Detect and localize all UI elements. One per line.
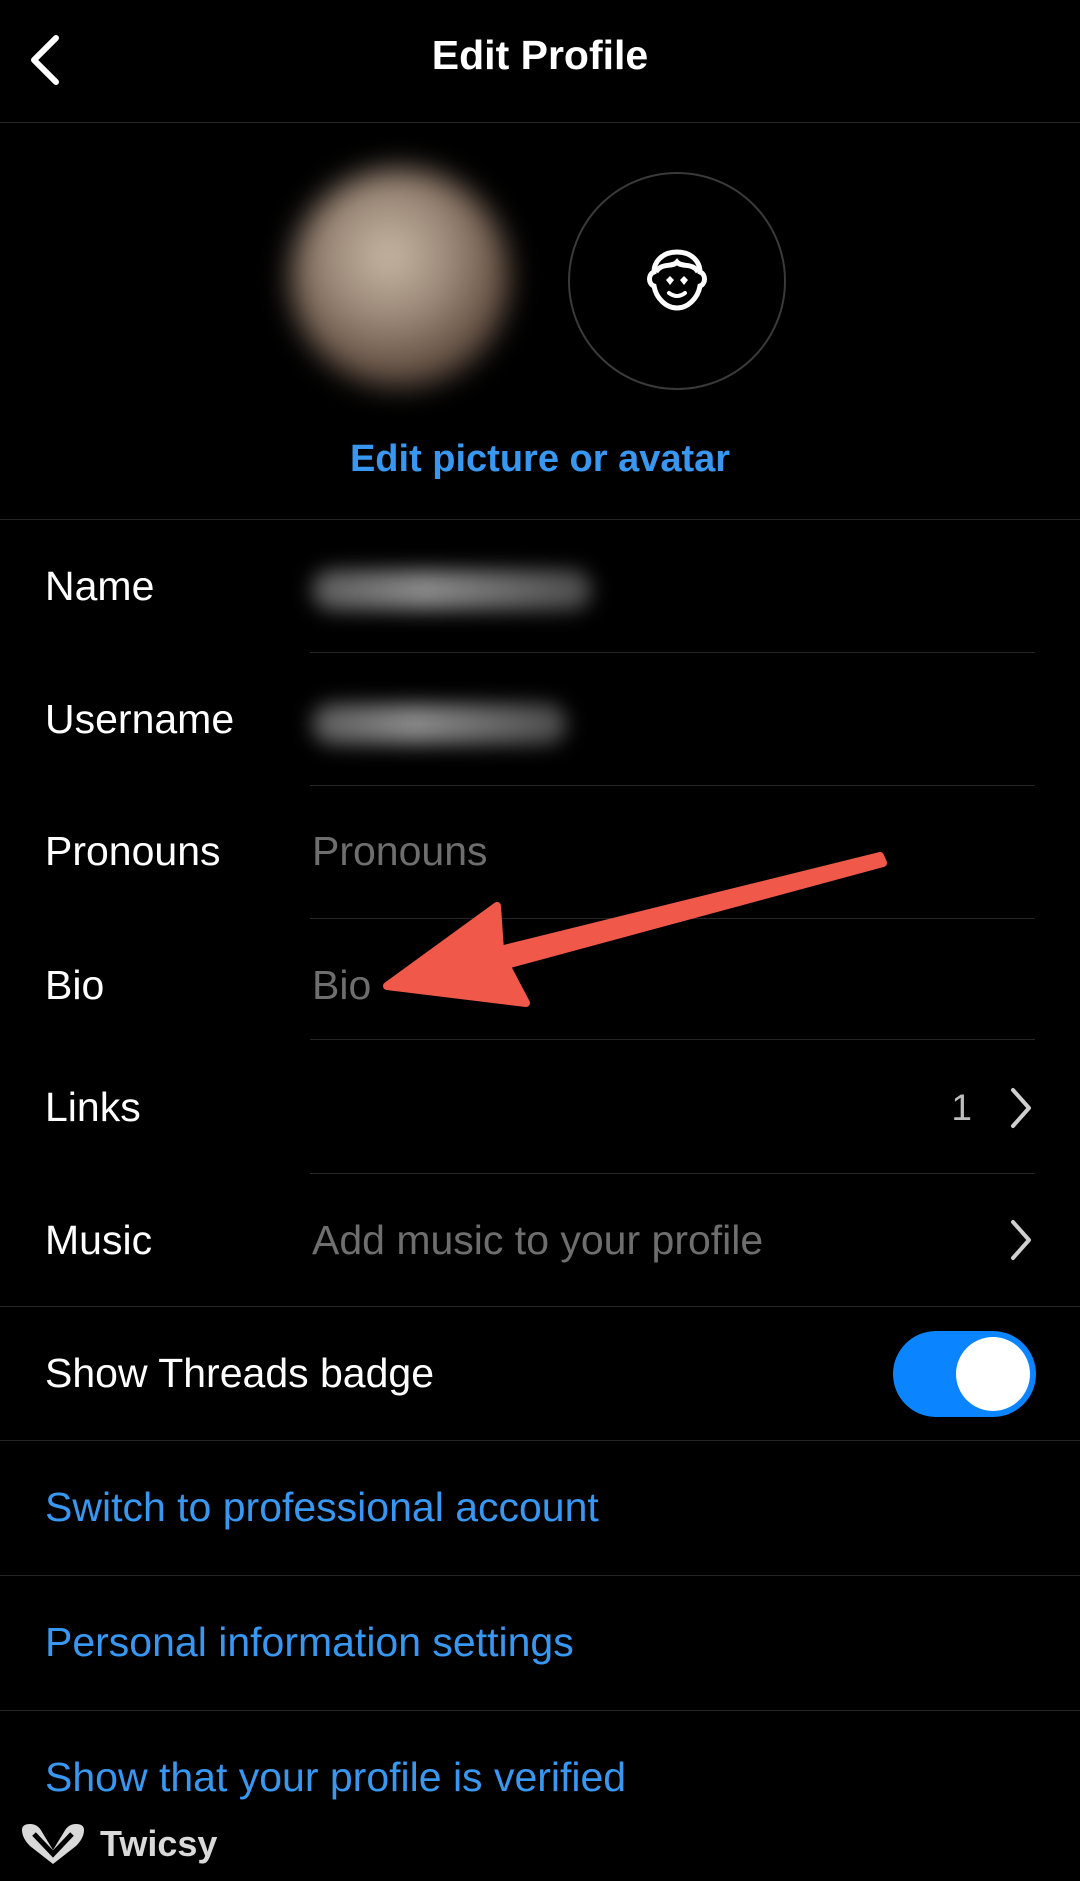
threads-badge-toggle[interactable] (893, 1331, 1036, 1417)
links-count: 1 (951, 1087, 972, 1128)
username-row[interactable]: Username (0, 654, 1080, 786)
edit-picture-link[interactable]: Edit picture or avatar (0, 438, 1080, 481)
name-row[interactable]: Name (0, 520, 1080, 653)
links-label: Links (45, 1084, 141, 1130)
avatar-face-icon (647, 249, 707, 311)
pronouns-input[interactable]: Pronouns (312, 828, 488, 875)
bio-input[interactable]: Bio (312, 962, 371, 1009)
username-label: Username (45, 696, 235, 742)
section-divider (0, 1710, 1080, 1711)
music-input[interactable]: Add music to your profile (312, 1217, 763, 1264)
page-title: Edit Profile (431, 32, 649, 78)
switch-professional-link[interactable]: Switch to professional account (45, 1484, 599, 1531)
threads-badge-label: Show Threads badge (45, 1350, 435, 1396)
name-label: Name (45, 563, 155, 609)
header-bar: Edit Profile (0, 0, 1080, 123)
divider (310, 918, 1035, 919)
watermark: Twicsy (20, 1820, 217, 1868)
pronouns-label: Pronouns (45, 828, 221, 874)
divider (310, 652, 1035, 653)
section-divider (0, 1440, 1080, 1441)
personal-info-link[interactable]: Personal information settings (45, 1619, 574, 1666)
username-value[interactable] (312, 704, 567, 744)
links-row[interactable]: Links 1 (0, 1041, 1080, 1174)
toggle-knob (956, 1337, 1030, 1411)
twicsy-logo-icon (22, 1824, 84, 1864)
section-divider (0, 1575, 1080, 1576)
chevron-right-icon (1011, 1220, 1031, 1260)
divider (310, 1039, 1035, 1040)
avatar-button[interactable] (568, 172, 786, 390)
pronouns-row[interactable]: Pronouns Pronouns (0, 786, 1080, 919)
verified-profile-link[interactable]: Show that your profile is verified (45, 1754, 626, 1801)
music-row[interactable]: Music Add music to your profile (0, 1174, 1080, 1306)
name-value[interactable] (312, 570, 592, 610)
music-label: Music (45, 1217, 153, 1263)
watermark-text: Twicsy (100, 1823, 218, 1864)
bio-label: Bio (45, 962, 105, 1008)
bio-row[interactable]: Bio Bio (0, 920, 1080, 1040)
avatar-section: Edit picture or avatar (0, 123, 1080, 520)
profile-photo[interactable] (290, 168, 510, 388)
chevron-right-icon (1011, 1088, 1031, 1128)
